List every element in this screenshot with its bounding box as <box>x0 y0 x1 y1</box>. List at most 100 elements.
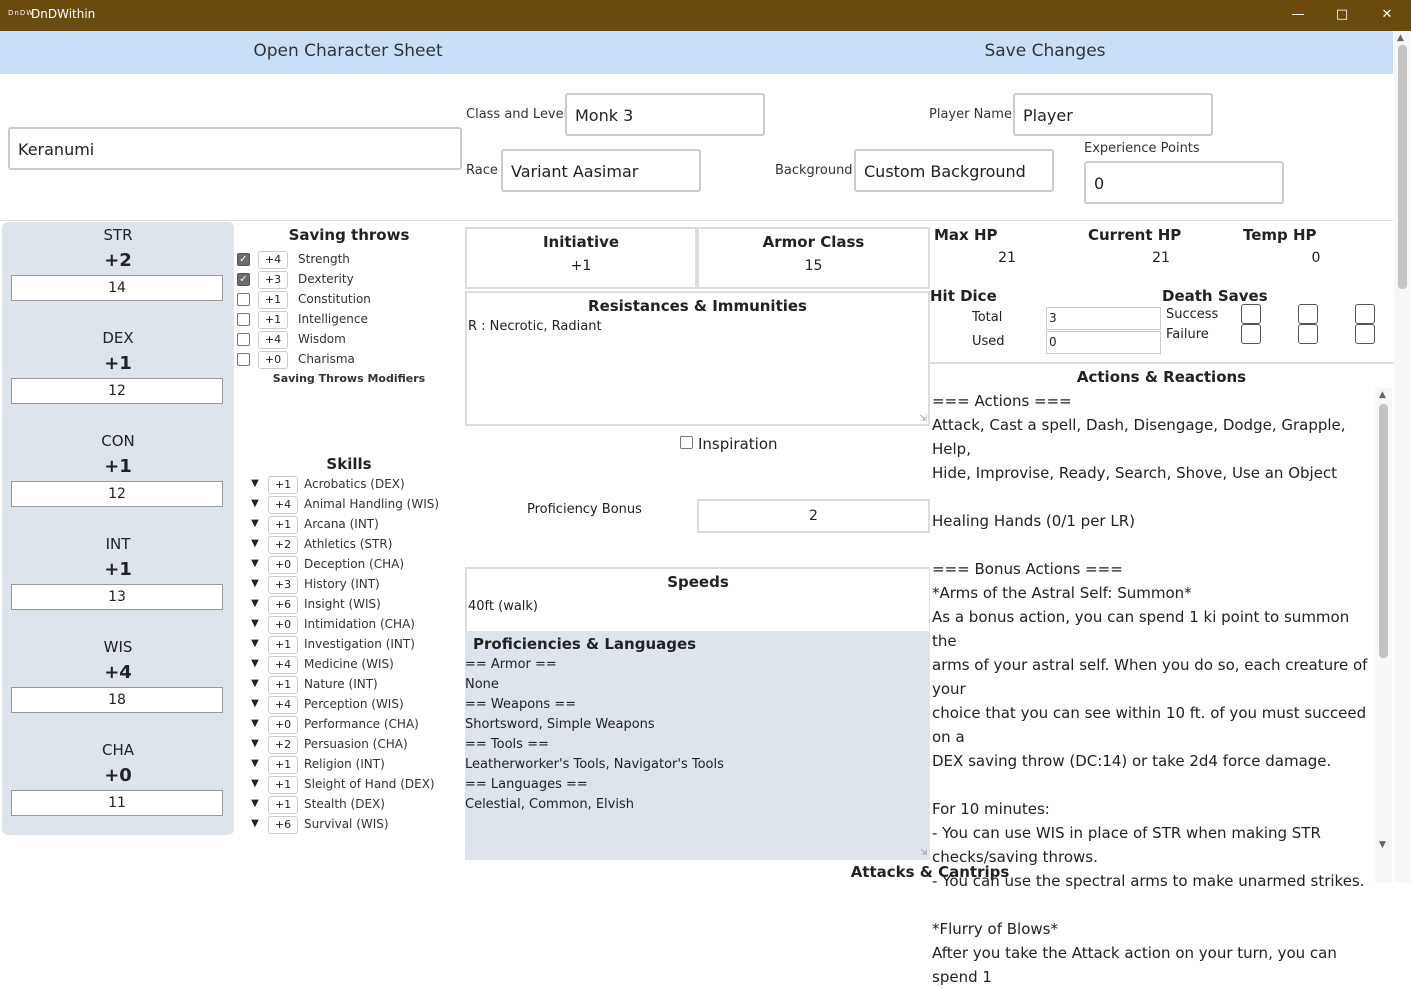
race-field[interactable]: Variant Aasimar <box>501 149 701 192</box>
hit-dice-used-label: Used <box>972 334 1005 349</box>
actions-text[interactable]: === Actions === Attack, Cast a spell, Das… <box>932 389 1375 989</box>
player-name-field[interactable]: Player <box>1013 93 1213 136</box>
saving-throws-title: Saving throws <box>288 226 410 244</box>
skill-name: Religion (INT) <box>304 757 385 771</box>
hit-dice-total-field[interactable]: 3 <box>1046 307 1161 330</box>
chevron-down-icon[interactable]: ▼ <box>249 798 261 809</box>
saving-throw-proficiency-checkbox[interactable] <box>237 293 250 306</box>
initiative-value[interactable]: +1 <box>467 258 695 274</box>
ability-name: CON <box>101 432 135 450</box>
proficiency-bonus-label: Proficiency Bonus <box>527 502 642 517</box>
chevron-down-icon[interactable]: ▼ <box>249 678 261 689</box>
ability-modifier: +1 <box>104 559 132 580</box>
ability-score-field[interactable]: 11 <box>11 790 223 816</box>
chevron-down-icon[interactable]: ▼ <box>249 778 261 789</box>
saving-throw-proficiency-checkbox[interactable] <box>237 313 250 326</box>
scroll-thumb[interactable] <box>1398 45 1407 289</box>
resize-grip-icon[interactable]: ⇲ <box>920 848 928 858</box>
death-save-success-checkbox[interactable] <box>1355 304 1375 324</box>
chevron-down-icon[interactable]: ▼ <box>249 758 261 769</box>
speeds-text[interactable]: 40ft (walk) <box>468 599 538 614</box>
proficiency-line: Celestial, Common, Elvish <box>465 797 634 812</box>
death-save-failure-checkbox[interactable] <box>1298 324 1318 344</box>
death-save-failure-checkbox[interactable] <box>1355 324 1375 344</box>
window-title: DnDWithin <box>31 7 96 21</box>
chevron-down-icon[interactable]: ▼ <box>249 578 261 589</box>
proficiency-line: Shortsword, Simple Weapons <box>465 717 655 732</box>
ability-con: CON +1 12 <box>2 428 234 531</box>
ability-score-field[interactable]: 12 <box>11 481 223 507</box>
chevron-down-icon[interactable]: ▼ <box>249 638 261 649</box>
chevron-down-icon[interactable]: ▼ <box>249 538 261 549</box>
chevron-down-icon[interactable]: ▼ <box>249 478 261 489</box>
skill-modifier: +1 <box>268 636 298 654</box>
ability-score-field[interactable]: 12 <box>11 378 223 404</box>
saving-throw-proficiency-checkbox[interactable]: ✓ <box>237 273 250 286</box>
scroll-thumb[interactable] <box>1379 404 1388 658</box>
ability-modifier: +4 <box>104 662 132 683</box>
open-character-sheet-button[interactable]: Open Character Sheet <box>0 41 696 61</box>
saving-throw-proficiency-checkbox[interactable] <box>237 353 250 366</box>
chevron-down-icon[interactable]: ▼ <box>249 818 261 829</box>
scroll-up-icon[interactable]: ▲ <box>1379 390 1386 400</box>
ability-score-field[interactable]: 14 <box>11 275 223 301</box>
save-changes-button[interactable]: Save Changes <box>697 41 1393 61</box>
chevron-down-icon[interactable]: ▼ <box>249 738 261 749</box>
experience-points-field[interactable]: 0 <box>1084 161 1284 204</box>
character-name-field[interactable]: Keranumi <box>8 127 462 170</box>
scroll-up-icon[interactable]: ▲ <box>1397 33 1404 43</box>
death-save-failure-checkbox[interactable] <box>1241 324 1261 344</box>
ability-wis: WIS +4 18 <box>2 634 234 737</box>
actions-box[interactable]: Actions & Reactions === Actions === Attac… <box>930 362 1393 986</box>
armor-class-value[interactable]: 15 <box>699 258 928 274</box>
saving-throw-name: Charisma <box>298 352 355 366</box>
death-save-success-checkbox[interactable] <box>1298 304 1318 324</box>
ability-score-field[interactable]: 13 <box>11 584 223 610</box>
chevron-down-icon[interactable]: ▼ <box>249 698 261 709</box>
proficiency-line: == Languages == <box>465 777 588 792</box>
action-line: After you take the Attack action on your… <box>932 944 1337 986</box>
skill-name: Intimidation (CHA) <box>304 617 415 631</box>
maximize-icon[interactable]: □ <box>1319 4 1365 26</box>
ability-name: DEX <box>102 329 134 347</box>
saving-throw-proficiency-checkbox[interactable]: ✓ <box>237 253 250 266</box>
death-save-success-checkbox[interactable] <box>1241 304 1261 324</box>
hit-dice-used-field[interactable]: 0 <box>1046 331 1161 354</box>
close-icon[interactable]: ✕ <box>1364 4 1410 26</box>
skill-modifier: +1 <box>268 676 298 694</box>
proficiency-bonus-field[interactable]: 2 <box>697 499 930 533</box>
resistances-text[interactable]: R : Necrotic, Radiant <box>468 319 602 334</box>
skills-title: Skills <box>326 455 372 473</box>
saving-throw-proficiency-checkbox[interactable] <box>237 333 250 346</box>
minimize-icon[interactable]: — <box>1275 4 1321 26</box>
attacks-cantrips-title: Attacks & Cantrips <box>850 863 1010 881</box>
ability-name: WIS <box>103 638 133 656</box>
skill-modifier: +4 <box>268 656 298 674</box>
skill-modifier: +0 <box>268 616 298 634</box>
initiative-label: Initiative <box>542 233 620 251</box>
saving-throw-modifier: +1 <box>258 291 288 309</box>
actions-scrollbar[interactable]: ▲ ▼ <box>1375 388 1392 882</box>
proficiencies-box[interactable]: Proficiencies & Languages == Armor == Non… <box>465 631 931 860</box>
class-level-field[interactable]: Monk 3 <box>565 93 765 136</box>
temp-hp-value[interactable]: 0 <box>1243 250 1389 266</box>
chevron-down-icon[interactable]: ▼ <box>249 518 261 529</box>
chevron-down-icon[interactable]: ▼ <box>249 658 261 669</box>
chevron-down-icon[interactable]: ▼ <box>249 498 261 509</box>
chevron-down-icon[interactable]: ▼ <box>249 618 261 629</box>
resistances-box[interactable]: Resistances & Immunities R : Necrotic, R… <box>465 291 930 426</box>
ability-score-field[interactable]: 18 <box>11 687 223 713</box>
skill-modifier: +1 <box>268 476 298 494</box>
scroll-down-icon[interactable]: ▼ <box>1379 840 1386 850</box>
chevron-down-icon[interactable]: ▼ <box>249 718 261 729</box>
ability-modifier: +0 <box>104 765 132 786</box>
inspiration-checkbox[interactable] <box>680 436 693 449</box>
resize-grip-icon[interactable]: ⇲ <box>919 414 927 424</box>
current-hp-value[interactable]: 21 <box>1088 250 1234 266</box>
chevron-down-icon[interactable]: ▼ <box>249 558 261 569</box>
max-hp-value[interactable]: 21 <box>934 250 1080 266</box>
background-field[interactable]: Custom Background <box>854 149 1054 192</box>
skill-modifier: +4 <box>268 496 298 514</box>
window-scrollbar[interactable]: ▲ <box>1394 31 1411 882</box>
chevron-down-icon[interactable]: ▼ <box>249 598 261 609</box>
